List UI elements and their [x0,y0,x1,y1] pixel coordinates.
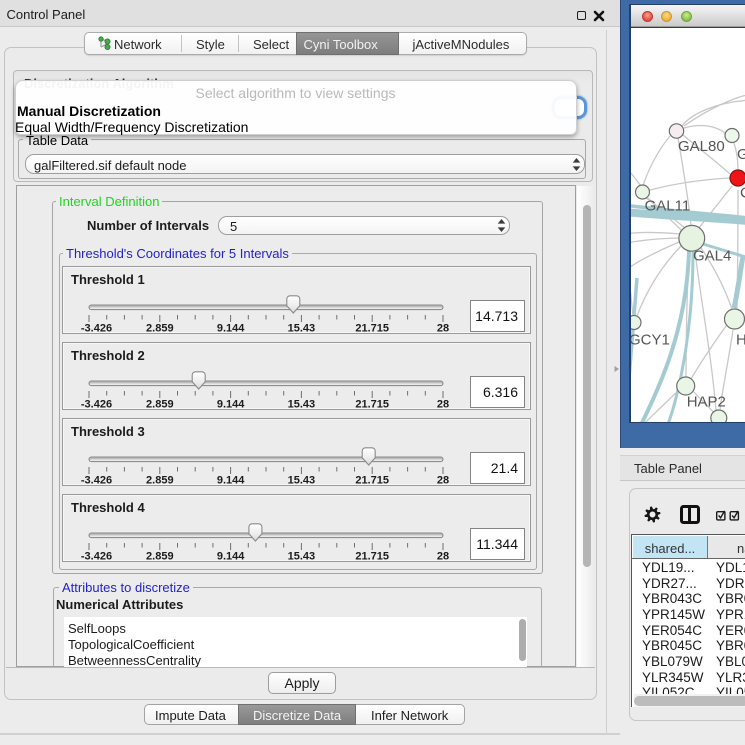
svg-text:2.859: 2.859 [146,323,174,335]
svg-text:GAL4: GAL4 [693,247,731,264]
svg-text:21.715: 21.715 [355,475,389,487]
svg-text:CY: CY [740,184,745,201]
svg-text:-3.426: -3.426 [81,399,112,411]
svg-text:21.715: 21.715 [355,399,389,411]
svg-text:28: 28 [437,323,449,335]
svg-text:21.715: 21.715 [355,323,389,335]
svg-text:2.859: 2.859 [146,551,174,563]
svg-text:28: 28 [437,551,449,563]
svg-text:15.43: 15.43 [288,551,316,563]
svg-text:2.859: 2.859 [146,475,174,487]
svg-text:-3.426: -3.426 [81,323,112,335]
svg-text:9.144: 9.144 [217,323,245,335]
svg-text:GAL11: GAL11 [645,197,691,214]
svg-text:15.43: 15.43 [288,323,316,335]
svg-text:28: 28 [437,475,449,487]
svg-text:-3.426: -3.426 [81,551,112,563]
svg-text:HIS: HIS [736,331,745,348]
svg-text:15.43: 15.43 [288,399,316,411]
svg-text:-3.426: -3.426 [81,475,112,487]
svg-text:9.144: 9.144 [217,399,245,411]
svg-text:GAL80: GAL80 [678,138,725,155]
svg-text:HAP2: HAP2 [687,393,726,410]
svg-text:GCY1: GCY1 [631,331,670,348]
svg-text:15.43: 15.43 [288,475,316,487]
svg-text:28: 28 [437,399,449,411]
svg-text:9.144: 9.144 [217,475,245,487]
svg-text:GA: GA [737,146,745,163]
svg-text:2.859: 2.859 [146,399,174,411]
svg-text:9.144: 9.144 [217,551,245,563]
svg-text:21.715: 21.715 [355,551,389,563]
